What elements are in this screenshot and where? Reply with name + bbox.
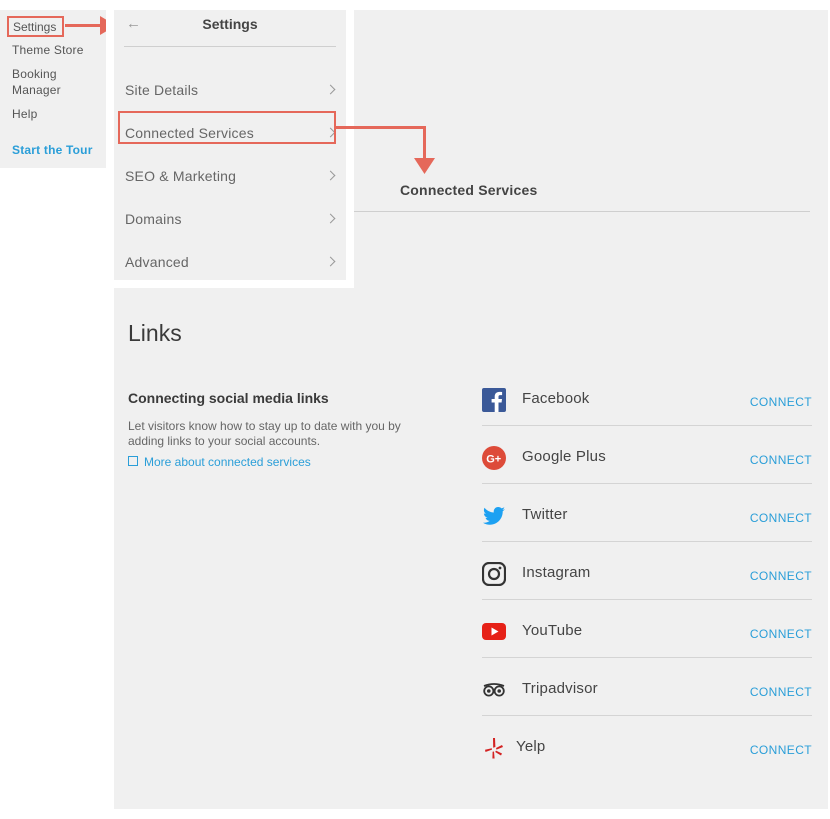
header-divider	[354, 211, 810, 212]
service-row-tripadvisor: Tripadvisor CONNECT	[482, 678, 812, 736]
left-nav-item-theme-store[interactable]: Theme Store	[12, 42, 84, 58]
menu-item-label: Domains	[125, 211, 182, 227]
row-divider	[482, 483, 812, 484]
svg-text:G+: G+	[486, 454, 501, 466]
annotation-arrow-line	[336, 126, 426, 129]
more-about-link[interactable]: More about connected services	[128, 455, 311, 469]
chevron-right-icon	[325, 84, 336, 95]
connect-yelp-button[interactable]: CONNECT	[750, 743, 812, 757]
menu-item-label: SEO & Marketing	[125, 168, 237, 184]
connect-instagram-button[interactable]: CONNECT	[750, 569, 812, 583]
service-name: Twitter	[522, 506, 568, 523]
facebook-icon	[482, 388, 506, 412]
connect-twitter-button[interactable]: CONNECT	[750, 511, 812, 525]
connect-youtube-button[interactable]: CONNECT	[750, 627, 812, 641]
youtube-icon	[482, 623, 506, 640]
tripadvisor-icon	[483, 683, 505, 697]
left-nav: Settings Theme Store Booking Manager Hel…	[0, 10, 106, 168]
connected-services-header: Connected Services	[400, 182, 538, 198]
service-row-yelp: Yelp CONNECT	[482, 736, 812, 794]
google-plus-icon: G+	[482, 446, 506, 470]
panel-divider	[124, 46, 336, 47]
left-nav-item-booking-manager[interactable]: Booking Manager	[12, 66, 61, 98]
menu-item-seo-marketing[interactable]: SEO & Marketing	[114, 156, 346, 199]
service-name: Instagram	[522, 564, 591, 581]
row-divider	[482, 425, 812, 426]
annotation-arrow-line	[423, 126, 426, 162]
chevron-right-icon	[325, 213, 336, 224]
annotation-highlight-box	[118, 111, 336, 144]
service-name: YouTube	[522, 622, 583, 639]
connect-tripadvisor-button[interactable]: CONNECT	[750, 685, 812, 699]
section-heading: Connecting social media links	[128, 390, 329, 406]
links-title: Links	[128, 320, 182, 346]
annotation-arrow-head	[414, 158, 435, 174]
menu-item-label: Site Details	[125, 82, 199, 98]
left-nav-item-label: Settings	[13, 20, 57, 34]
row-divider	[482, 715, 812, 716]
service-row-google-plus: G+ Google Plus CONNECT	[482, 446, 812, 504]
twitter-icon	[483, 507, 505, 525]
menu-item-domains[interactable]: Domains	[114, 199, 346, 242]
left-nav-item-settings[interactable]: Settings	[7, 16, 64, 37]
connect-google-plus-button[interactable]: CONNECT	[750, 453, 812, 467]
service-row-instagram: Instagram CONNECT	[482, 562, 812, 620]
row-divider	[482, 657, 812, 658]
external-link-icon	[128, 456, 138, 466]
start-tour-link[interactable]: Start the Tour	[12, 142, 93, 158]
service-name: Google Plus	[522, 448, 606, 465]
left-nav-item-help[interactable]: Help	[12, 106, 37, 122]
service-name: Tripadvisor	[522, 680, 598, 697]
service-row-facebook: Facebook CONNECT	[482, 388, 812, 446]
service-name: Facebook	[522, 390, 590, 407]
service-row-twitter: Twitter CONNECT	[482, 504, 812, 562]
service-name: Yelp	[516, 738, 546, 755]
chevron-right-icon	[325, 256, 336, 267]
service-row-youtube: YouTube CONNECT	[482, 620, 812, 678]
settings-panel: ← Settings Site Details Connected Servic…	[114, 10, 346, 280]
menu-item-advanced[interactable]: Advanced	[114, 242, 346, 285]
panel-title: Settings	[202, 16, 258, 32]
section-description: Let visitors know how to stay up to date…	[128, 419, 401, 448]
menu-item-label: Advanced	[125, 254, 189, 270]
menu-item-site-details[interactable]: Site Details	[114, 70, 346, 113]
yelp-icon	[485, 738, 503, 759]
chevron-right-icon	[325, 170, 336, 181]
more-about-link-label: More about connected services	[144, 455, 311, 469]
instagram-icon	[482, 562, 506, 586]
annotation-arrow-line	[65, 24, 103, 27]
row-divider	[482, 599, 812, 600]
connect-facebook-button[interactable]: CONNECT	[750, 395, 812, 409]
row-divider	[482, 541, 812, 542]
